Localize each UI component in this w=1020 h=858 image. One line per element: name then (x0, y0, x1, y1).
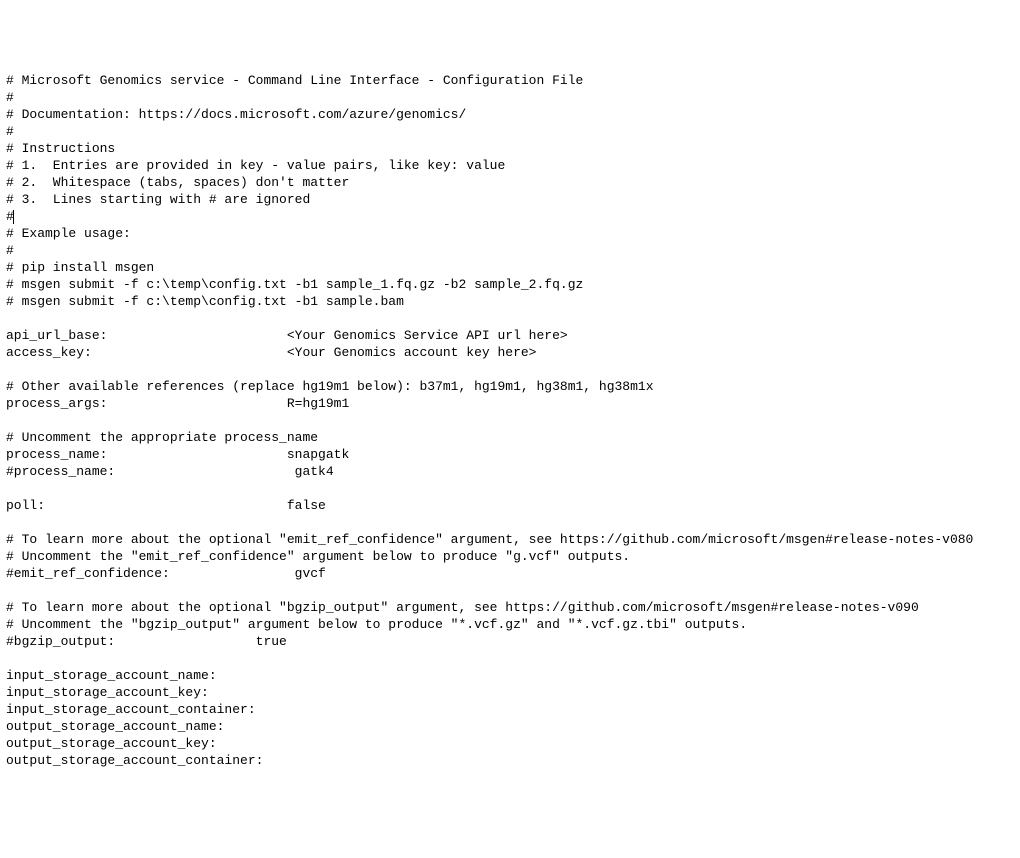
config-line: # Uncomment the "emit_ref_confidence" ar… (6, 548, 1014, 565)
config-line: input_storage_account_key: (6, 684, 1014, 701)
config-line: # (6, 242, 1014, 259)
config-line: # (6, 123, 1014, 140)
config-line: # (6, 89, 1014, 106)
config-line: output_storage_account_name: (6, 718, 1014, 735)
config-line: #emit_ref_confidence: gvcf (6, 565, 1014, 582)
config-line (6, 582, 1014, 599)
config-line: access_key: <Your Genomics account key h… (6, 344, 1014, 361)
config-line (6, 310, 1014, 327)
config-line: # Instructions (6, 140, 1014, 157)
config-line: # 3. Lines starting with # are ignored (6, 191, 1014, 208)
config-line: # To learn more about the optional "bgzi… (6, 599, 1014, 616)
config-line: # Uncomment the appropriate process_name (6, 429, 1014, 446)
config-line (6, 412, 1014, 429)
config-line: input_storage_account_container: (6, 701, 1014, 718)
config-line: #bgzip_output: true (6, 633, 1014, 650)
config-line: process_args: R=hg19m1 (6, 395, 1014, 412)
config-line (6, 480, 1014, 497)
config-line (6, 361, 1014, 378)
config-line: # Microsoft Genomics service - Command L… (6, 72, 1014, 89)
config-line: # msgen submit -f c:\temp\config.txt -b1… (6, 276, 1014, 293)
config-line: # Other available references (replace hg… (6, 378, 1014, 395)
config-line: # (6, 208, 1014, 225)
config-line: # 1. Entries are provided in key - value… (6, 157, 1014, 174)
config-line: output_storage_account_container: (6, 752, 1014, 769)
config-line: # Example usage: (6, 225, 1014, 242)
config-line: process_name: snapgatk (6, 446, 1014, 463)
config-line: # 2. Whitespace (tabs, spaces) don't mat… (6, 174, 1014, 191)
config-line (6, 514, 1014, 531)
config-line: # Documentation: https://docs.microsoft.… (6, 106, 1014, 123)
text-cursor (13, 210, 14, 224)
config-line: # msgen submit -f c:\temp\config.txt -b1… (6, 293, 1014, 310)
config-line: input_storage_account_name: (6, 667, 1014, 684)
config-line: poll: false (6, 497, 1014, 514)
config-line (6, 650, 1014, 667)
config-line: #process_name: gatk4 (6, 463, 1014, 480)
config-line: # pip install msgen (6, 259, 1014, 276)
config-file-text: # Microsoft Genomics service - Command L… (6, 72, 1014, 769)
config-line: api_url_base: <Your Genomics Service API… (6, 327, 1014, 344)
config-line: # To learn more about the optional "emit… (6, 531, 1014, 548)
config-line: output_storage_account_key: (6, 735, 1014, 752)
config-line: # Uncomment the "bgzip_output" argument … (6, 616, 1014, 633)
